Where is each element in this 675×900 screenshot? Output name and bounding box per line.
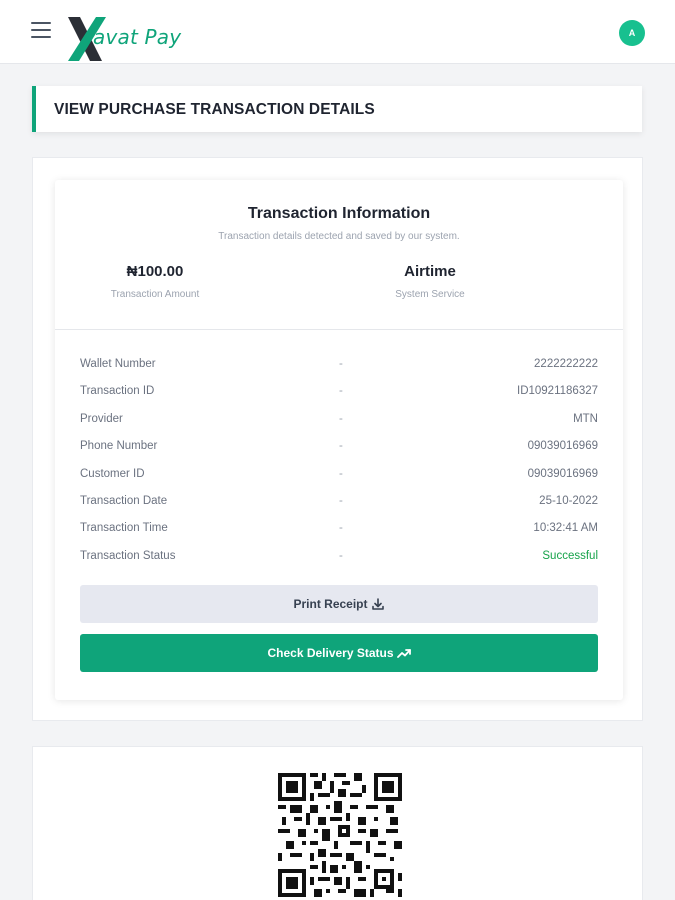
detail-label: Transaction Time bbox=[80, 522, 168, 535]
trending-up-icon bbox=[396, 649, 411, 658]
detail-value: 09039016969 bbox=[527, 440, 598, 453]
check-delivery-status-label: Check Delivery Status bbox=[267, 646, 394, 660]
detail-value: MTN bbox=[573, 412, 598, 425]
section-heading: Transaction Information bbox=[247, 205, 431, 222]
system-service-label: System Service bbox=[395, 289, 465, 300]
qr-code-image bbox=[278, 773, 402, 897]
detail-separator: - bbox=[339, 358, 343, 370]
transaction-details-panel: Transaction Information Transaction deta… bbox=[55, 180, 623, 700]
detail-value: 10:32:41 AM bbox=[533, 522, 598, 535]
detail-label: Transaction Date bbox=[80, 494, 168, 507]
transaction-card: Transaction Information Transaction deta… bbox=[32, 157, 643, 721]
brand-logo[interactable]: avat Pay bbox=[66, 15, 181, 63]
detail-separator: - bbox=[339, 412, 343, 425]
detail-row-phone-number: Phone Number - 09039016969 bbox=[80, 440, 598, 467]
service-stat: Airtime System Service bbox=[330, 263, 530, 300]
detail-row-transaction-date: Transaction Date - 25-10-2022 bbox=[80, 495, 598, 522]
print-receipt-button[interactable]: Print Receipt bbox=[80, 585, 598, 623]
detail-separator: - bbox=[339, 522, 343, 535]
detail-separator: - bbox=[339, 467, 343, 480]
detail-label: Transaction Status bbox=[80, 549, 176, 562]
transaction-amount-label: Transaction Amount bbox=[110, 289, 200, 300]
download-icon bbox=[371, 598, 384, 610]
detail-row-wallet-number: Wallet Number - 2222222222 bbox=[80, 358, 598, 385]
detail-separator: - bbox=[339, 440, 343, 453]
system-service: Airtime bbox=[404, 263, 456, 280]
detail-label: Phone Number bbox=[80, 440, 158, 453]
brand-name: avat Pay bbox=[93, 25, 182, 49]
top-bar: avat Pay A bbox=[0, 0, 675, 64]
transaction-summary: Transaction Information Transaction deta… bbox=[55, 180, 623, 330]
print-receipt-label: Print Receipt bbox=[293, 597, 368, 611]
detail-separator: - bbox=[339, 549, 343, 562]
user-avatar[interactable]: A bbox=[619, 20, 645, 46]
detail-row-provider: Provider - MTN bbox=[80, 413, 598, 440]
qr-code-card bbox=[32, 746, 643, 900]
detail-row-transaction-status: Transaction Status - Successful bbox=[80, 550, 598, 577]
detail-value: 25-10-2022 bbox=[539, 494, 598, 507]
check-delivery-status-button[interactable]: Check Delivery Status bbox=[80, 634, 598, 672]
detail-label: Customer ID bbox=[80, 467, 145, 480]
detail-label: Transaction ID bbox=[80, 385, 155, 398]
detail-row-transaction-time: Transaction Time - 10:32:41 AM bbox=[80, 522, 598, 549]
status-badge: Successful bbox=[542, 549, 598, 562]
detail-row-customer-id: Customer ID - 09039016969 bbox=[80, 468, 598, 495]
details-list: Wallet Number - 2222222222 Transaction I… bbox=[80, 358, 598, 577]
detail-separator: - bbox=[339, 385, 343, 398]
detail-label: Provider bbox=[80, 412, 123, 425]
section-subheading: Transaction details detected and saved b… bbox=[218, 231, 460, 242]
page-title-card: VIEW PURCHASE TRANSACTION DETAILS bbox=[32, 86, 642, 132]
detail-value: 09039016969 bbox=[527, 467, 598, 480]
page-title: VIEW PURCHASE TRANSACTION DETAILS bbox=[54, 101, 375, 118]
amount-stat: ₦100.00 Transaction Amount bbox=[55, 263, 255, 300]
detail-value: ID10921186327 bbox=[517, 385, 598, 398]
detail-value: 2222222222 bbox=[534, 358, 598, 370]
detail-row-transaction-id: Transaction ID - ID10921186327 bbox=[80, 385, 598, 412]
transaction-amount: ₦100.00 bbox=[126, 263, 184, 280]
detail-separator: - bbox=[339, 494, 343, 507]
detail-label: Wallet Number bbox=[80, 358, 156, 370]
hamburger-menu-icon[interactable] bbox=[31, 22, 53, 42]
